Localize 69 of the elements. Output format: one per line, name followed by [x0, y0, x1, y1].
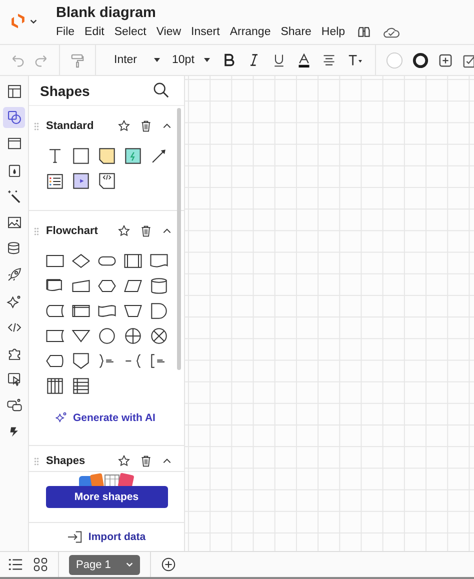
caret-down-icon	[203, 56, 212, 64]
clipboard-check-icon[interactable]	[462, 52, 474, 68]
drag-handle-icon[interactable]	[34, 456, 39, 466]
document-title[interactable]: Blank diagram	[56, 4, 400, 22]
menu-item[interactable]: Edit	[84, 24, 104, 40]
panel-title: Shapes	[40, 82, 90, 98]
menu-item[interactable]: View	[156, 24, 182, 40]
font-size-dropdown[interactable]: 10pt	[172, 54, 212, 66]
underline-icon[interactable]	[272, 53, 286, 67]
menu-item[interactable]: Help	[321, 24, 346, 40]
menu-item[interactable]: Share	[280, 24, 312, 40]
sparkle-icon	[55, 411, 68, 424]
section-title[interactable]: Standard	[46, 120, 118, 132]
drag-handle-icon[interactable]	[34, 226, 39, 236]
list-icon[interactable]	[8, 557, 23, 572]
format-painter-icon[interactable]	[70, 52, 85, 68]
grid-table-icon[interactable]	[44, 375, 66, 397]
circle-cross-icon[interactable]	[148, 325, 170, 347]
magic-wand-icon[interactable]	[6, 188, 22, 205]
chevron-down-icon	[124, 560, 134, 569]
add-page-icon[interactable]	[160, 557, 176, 572]
menu-item[interactable]: Insert	[191, 24, 220, 40]
binoculars-icon[interactable]	[357, 25, 372, 39]
import-icon	[67, 530, 84, 544]
more-shapes-button[interactable]: More shapes	[46, 486, 168, 508]
screen-cursor-icon[interactable]	[6, 371, 22, 388]
caret-icon[interactable]	[162, 121, 172, 131]
grid-view-icon[interactable]	[33, 557, 48, 572]
menu-item[interactable]: Select	[114, 24, 146, 40]
line-color-icon[interactable]	[412, 52, 430, 68]
rocket-icon[interactable]	[6, 266, 22, 284]
generate-ai-link[interactable]: Generate with AI	[55, 411, 156, 424]
fill-color-icon[interactable]	[386, 52, 404, 68]
menu-item[interactable]: Arrange	[230, 24, 271, 40]
row-table-icon[interactable]	[70, 375, 92, 397]
caret-icon[interactable]	[162, 456, 172, 466]
star-icon[interactable]	[118, 225, 130, 237]
page-tab[interactable]: Page 1	[69, 554, 140, 574]
section-title[interactable]: Shapes	[46, 455, 118, 467]
search-icon[interactable]	[153, 82, 170, 99]
text-options-icon[interactable]	[347, 53, 364, 67]
section-title[interactable]: Flowchart	[46, 225, 118, 237]
code-card-icon[interactable]	[96, 170, 118, 192]
rectangle-icon[interactable]	[70, 145, 92, 167]
menu-item[interactable]: File	[56, 24, 75, 40]
circle-icon[interactable]	[96, 325, 118, 347]
font-dropdown[interactable]: Inter	[114, 54, 162, 66]
trash-icon[interactable]	[140, 455, 152, 467]
star-icon[interactable]	[118, 120, 130, 132]
bold-icon[interactable]	[222, 53, 236, 67]
import-data-link[interactable]: Import data	[67, 530, 146, 544]
delay-icon[interactable]	[148, 300, 170, 322]
cloud-check-icon[interactable]	[383, 26, 400, 38]
caret-down-icon	[153, 56, 162, 64]
circle-plus-icon[interactable]	[122, 325, 144, 347]
play-card-icon[interactable]	[70, 170, 92, 192]
drag-handle-icon[interactable]	[34, 122, 39, 130]
text-color-icon[interactable]	[297, 52, 312, 68]
align-icon[interactable]	[322, 53, 336, 67]
trash-icon[interactable]	[140, 225, 152, 237]
frame-select-icon[interactable]	[438, 52, 454, 68]
trash-icon[interactable]	[140, 120, 152, 132]
star-icon[interactable]	[118, 455, 130, 467]
shapes-icon[interactable]	[6, 109, 22, 126]
off-page-icon[interactable]	[70, 350, 92, 372]
lightning-card-icon[interactable]	[122, 145, 144, 167]
sticky-note-icon[interactable]	[96, 145, 118, 167]
caret-icon[interactable]	[162, 226, 172, 236]
panel-icon[interactable]	[6, 83, 22, 100]
